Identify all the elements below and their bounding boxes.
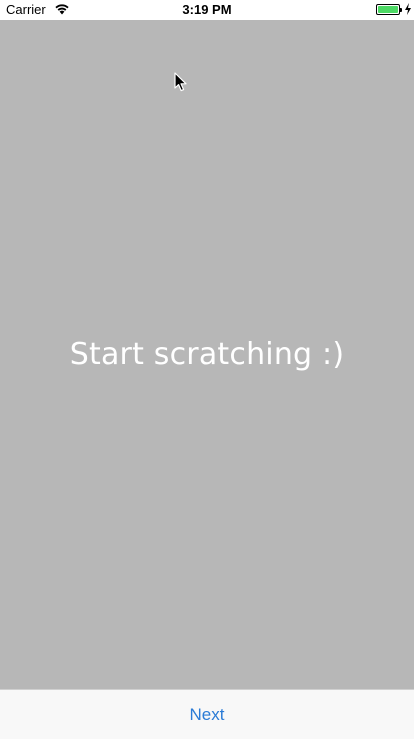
next-button[interactable]: Next <box>190 705 225 725</box>
battery-nub <box>400 8 402 12</box>
battery-fill <box>378 6 398 13</box>
mouse-pointer-icon <box>174 72 187 92</box>
scratch-prompt: Start scratching :) <box>69 337 345 372</box>
status-bar: Carrier 3:19 PM <box>0 0 414 20</box>
clock: 3:19 PM <box>182 2 232 17</box>
scratch-card-area[interactable]: Start scratching :) <box>0 20 414 689</box>
charging-icon <box>405 3 411 15</box>
battery-icon <box>376 4 402 15</box>
bottom-toolbar: Next <box>0 689 414 739</box>
